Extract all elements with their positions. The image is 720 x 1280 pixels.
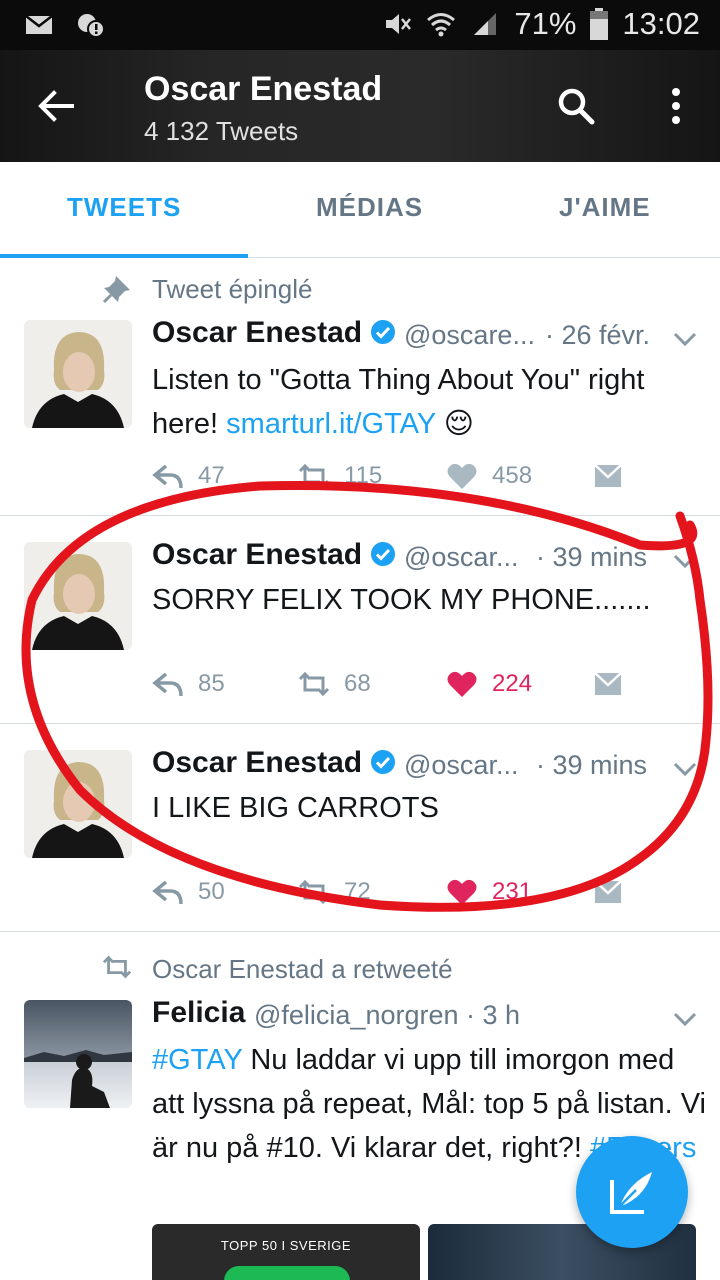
search-icon[interactable] [556, 86, 596, 126]
avatar[interactable] [24, 750, 132, 858]
avatar[interactable] [24, 320, 132, 428]
profile-name: Oscar Enestad [144, 70, 383, 108]
signal-icon [474, 13, 497, 35]
tweet-actions: 50 72 231 [152, 878, 632, 914]
battery-level: 71% [514, 6, 577, 41]
heart-icon [447, 879, 477, 905]
wifi-icon [427, 13, 456, 37]
mail-icon [25, 15, 53, 34]
retweet-icon [298, 671, 330, 697]
compose-tweet-button[interactable] [576, 1136, 688, 1248]
avatar-image [24, 320, 132, 428]
back-arrow-icon[interactable] [36, 86, 76, 126]
tweet-count: 4 132 Tweets [144, 116, 299, 146]
verified-badge-icon [371, 320, 396, 344]
tweet-text: Listen to "Gotta Thing About You" right … [152, 364, 645, 440]
tweet-actions: 47 115 458 [152, 462, 632, 498]
reply-button[interactable]: 47 [152, 462, 225, 490]
direct-message-button[interactable] [592, 670, 624, 698]
like-button[interactable]: 231 [446, 878, 532, 906]
tweet-actions: 85 68 224 [152, 670, 632, 706]
chevron-down-icon[interactable] [672, 1010, 698, 1028]
tweet-timestamp: · 3 h [466, 1000, 521, 1030]
status-bar: 71% 13:02 [0, 0, 720, 50]
tweet-author-name[interactable]: Oscar Enestad [152, 316, 396, 350]
retweet-icon [298, 463, 330, 489]
tweet[interactable]: Oscar Enestad @oscar... · 39 mins I LIKE… [0, 724, 720, 932]
avatar-image [24, 1000, 132, 1108]
chevron-down-icon[interactable] [672, 552, 698, 570]
chevron-down-icon[interactable] [672, 330, 698, 348]
retweet-button[interactable]: 72 [298, 878, 371, 906]
envelope-icon [594, 672, 622, 695]
tweet-author-name[interactable]: Felicia [152, 996, 245, 1030]
media-play-button [224, 1266, 350, 1280]
tweet-pinned[interactable]: Tweet épinglé Oscar Enestad @oscare... ·… [0, 258, 720, 516]
profile-tabs: TWEETS MÉDIAS J'AIME [0, 162, 720, 259]
pin-icon [102, 276, 130, 304]
envelope-icon [594, 464, 622, 487]
tab-tweets[interactable]: TWEETS [67, 192, 181, 223]
tweet-timestamp: · 39 mins [536, 542, 648, 572]
tweet[interactable]: Oscar Enestad @oscar... · 39 mins SORRY … [0, 516, 720, 724]
compose-icon [610, 1172, 652, 1214]
emoji: 😌 [443, 408, 474, 440]
more-options-icon[interactable] [664, 86, 688, 126]
tweet-author-handle[interactable]: @felicia_norgren [254, 1000, 459, 1031]
tweet-author-name[interactable]: Oscar Enestad [152, 538, 396, 572]
media-preview[interactable]: TOPP 50 I SVERIGE [152, 1224, 420, 1280]
tweet-author-handle[interactable]: @oscar... [404, 542, 518, 573]
avatar[interactable] [24, 542, 132, 650]
heart-icon [447, 463, 477, 489]
tweet-author-handle[interactable]: @oscare... [404, 320, 535, 351]
tweet-timestamp: · 26 févr. [545, 320, 651, 350]
hashtag-link[interactable]: #GTAY [152, 1044, 242, 1076]
avatar-image [24, 750, 132, 858]
retweet-icon [298, 879, 330, 905]
reply-icon [152, 880, 183, 905]
tweet-author-name[interactable]: Oscar Enestad [152, 746, 396, 780]
retweet-button[interactable]: 68 [298, 670, 371, 698]
tweet-author-handle[interactable]: @oscar... [404, 750, 518, 781]
verified-badge-icon [371, 750, 396, 774]
reply-icon [152, 672, 183, 697]
battery-icon [590, 8, 609, 40]
avatar[interactable] [24, 1000, 132, 1108]
reply-icon [152, 464, 183, 489]
envelope-icon [594, 880, 622, 903]
chevron-down-icon[interactable] [672, 760, 698, 778]
reply-button[interactable]: 50 [152, 878, 225, 906]
pinned-label: Tweet épinglé [152, 274, 313, 304]
verified-badge-icon [371, 542, 396, 566]
reply-button[interactable]: 85 [152, 670, 225, 698]
direct-message-button[interactable] [592, 462, 624, 490]
retweet-button[interactable]: 115 [298, 462, 382, 490]
avatar-image [24, 542, 132, 650]
like-button[interactable]: 224 [446, 670, 532, 698]
tab-medias[interactable]: MÉDIAS [316, 192, 423, 223]
notification-icon [78, 14, 105, 38]
heart-icon [447, 671, 477, 697]
like-button[interactable]: 458 [446, 462, 532, 490]
clock: 13:02 [622, 6, 700, 41]
tweet-timestamp: · 39 mins [536, 750, 648, 780]
direct-message-button[interactable] [592, 878, 624, 906]
tweet-text: SORRY FELIX TOOK MY PHONE....... [152, 584, 651, 616]
mute-icon [386, 14, 412, 34]
retweet-context-icon [102, 955, 132, 979]
retweet-label: Oscar Enestad a retweeté [152, 954, 453, 984]
media-caption: TOPP 50 I SVERIGE [220, 1238, 352, 1253]
tweet-text: I LIKE BIG CARROTS [152, 792, 439, 824]
tab-likes[interactable]: J'AIME [559, 192, 651, 223]
profile-header: Oscar Enestad 4 132 Tweets [0, 50, 720, 162]
tweet-link[interactable]: smarturl.it/GTAY [226, 408, 435, 440]
